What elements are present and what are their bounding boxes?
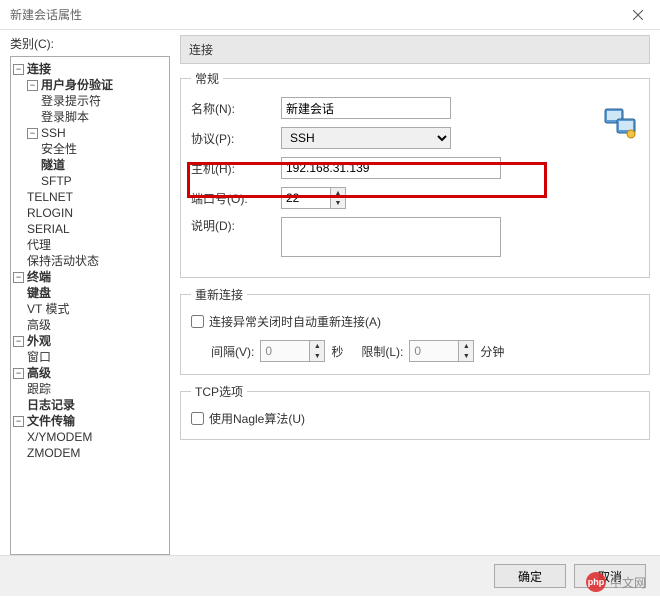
tree-toggle-icon[interactable]: −: [13, 336, 24, 347]
nagle-label: 使用Nagle算法(U): [209, 410, 305, 427]
nagle-checkbox[interactable]: [191, 412, 204, 425]
right-panel: 连接 常规 名称(N): 协议(P): SSH: [170, 35, 650, 555]
limit-spin-up: ▲: [459, 341, 473, 351]
tree-item-log-record[interactable]: 日志记录: [13, 397, 167, 413]
tree-item-keepalive[interactable]: 保持活动状态: [13, 253, 167, 269]
content: 类别(C): −连接 −用户身份验证 登录提示符 登录脚本 −SSH 安全性 隧…: [0, 30, 660, 555]
tree-item-window[interactable]: 窗口: [13, 349, 167, 365]
tree-item-tunnel[interactable]: 隧道: [13, 157, 167, 173]
tree-item-ssh[interactable]: −SSH: [13, 125, 167, 141]
tree-item-file-transfer[interactable]: −文件传输: [13, 413, 167, 429]
limit-label: 限制(L):: [361, 343, 403, 360]
interval-spin-up: ▲: [310, 341, 324, 351]
port-spin-down[interactable]: ▼: [331, 198, 345, 208]
category-tree[interactable]: −连接 −用户身份验证 登录提示符 登录脚本 −SSH 安全性 隧道 SFTP …: [10, 56, 170, 555]
tcp-fieldset: TCP选项 使用Nagle算法(U): [180, 383, 650, 440]
limit-spin-down: ▼: [459, 351, 473, 361]
host-label: 主机(H):: [191, 160, 281, 177]
window-title: 新建会话属性: [10, 6, 615, 23]
tree-item-advanced1[interactable]: 高级: [13, 317, 167, 333]
ok-button[interactable]: 确定: [494, 564, 566, 588]
general-legend: 常规: [191, 70, 223, 87]
tree-item-appearance[interactable]: −外观: [13, 333, 167, 349]
tree-item-security[interactable]: 安全性: [13, 141, 167, 157]
tree-item-telnet[interactable]: TELNET: [13, 189, 167, 205]
tree-item-sftp[interactable]: SFTP: [13, 173, 167, 189]
name-input[interactable]: [281, 97, 451, 119]
button-bar: 确定 取消: [0, 555, 660, 596]
auto-reconnect-label: 连接异常关闭时自动重新连接(A): [209, 313, 381, 330]
interval-spin-down: ▼: [310, 351, 324, 361]
port-spin-up[interactable]: ▲: [331, 188, 345, 198]
tree-item-vtmode[interactable]: VT 模式: [13, 301, 167, 317]
tree-toggle-icon[interactable]: −: [13, 368, 24, 379]
tree-item-proxy[interactable]: 代理: [13, 237, 167, 253]
tree-item-serial[interactable]: SERIAL: [13, 221, 167, 237]
close-icon: [633, 10, 643, 20]
tree-item-keyboard[interactable]: 键盘: [13, 285, 167, 301]
tree-item-terminal[interactable]: −终端: [13, 269, 167, 285]
interval-unit: 秒: [331, 343, 343, 360]
tcp-legend: TCP选项: [191, 383, 247, 400]
tree-toggle-icon[interactable]: −: [13, 64, 24, 75]
host-input[interactable]: [281, 157, 501, 179]
left-panel: 类别(C): −连接 −用户身份验证 登录提示符 登录脚本 −SSH 安全性 隧…: [10, 35, 170, 555]
reconnect-legend: 重新连接: [191, 286, 247, 303]
cancel-button[interactable]: 取消: [574, 564, 646, 588]
tree-item-connection[interactable]: −连接: [13, 61, 167, 77]
limit-unit: 分钟: [480, 343, 504, 360]
tree-item-xymodem[interactable]: X/YMODEM: [13, 429, 167, 445]
description-input[interactable]: [281, 217, 501, 257]
close-button[interactable]: [615, 0, 660, 30]
tree-item-login-script[interactable]: 登录脚本: [13, 109, 167, 125]
port-input[interactable]: [281, 187, 331, 209]
titlebar: 新建会话属性: [0, 0, 660, 30]
category-label: 类别(C):: [10, 35, 170, 52]
name-label: 名称(N):: [191, 100, 281, 117]
tree-toggle-icon[interactable]: −: [13, 416, 24, 427]
tree-item-login-prompt[interactable]: 登录提示符: [13, 93, 167, 109]
tree-item-trace[interactable]: 跟踪: [13, 381, 167, 397]
limit-input: [409, 340, 459, 362]
desc-label: 说明(D):: [191, 217, 281, 234]
protocol-select[interactable]: SSH: [281, 127, 451, 149]
general-fieldset: 常规 名称(N): 协议(P): SSH: [180, 70, 650, 278]
interval-label: 间隔(V):: [211, 343, 254, 360]
computers-icon: [603, 107, 637, 139]
tree-item-zmodem[interactable]: ZMODEM: [13, 445, 167, 461]
auto-reconnect-checkbox[interactable]: [191, 315, 204, 328]
tree-toggle-icon[interactable]: −: [27, 80, 38, 91]
tree-item-user-auth[interactable]: −用户身份验证: [13, 77, 167, 93]
panel-header: 连接: [180, 35, 650, 64]
tree-toggle-icon[interactable]: −: [13, 272, 24, 283]
tree-item-rlogin[interactable]: RLOGIN: [13, 205, 167, 221]
reconnect-fieldset: 重新连接 连接异常关闭时自动重新连接(A) 间隔(V): ▲ ▼ 秒 限制(L)…: [180, 286, 650, 375]
protocol-label: 协议(P):: [191, 130, 281, 147]
tree-item-advanced2[interactable]: −高级: [13, 365, 167, 381]
port-label: 端口号(O):: [191, 190, 281, 207]
interval-input: [260, 340, 310, 362]
tree-toggle-icon[interactable]: −: [27, 128, 38, 139]
